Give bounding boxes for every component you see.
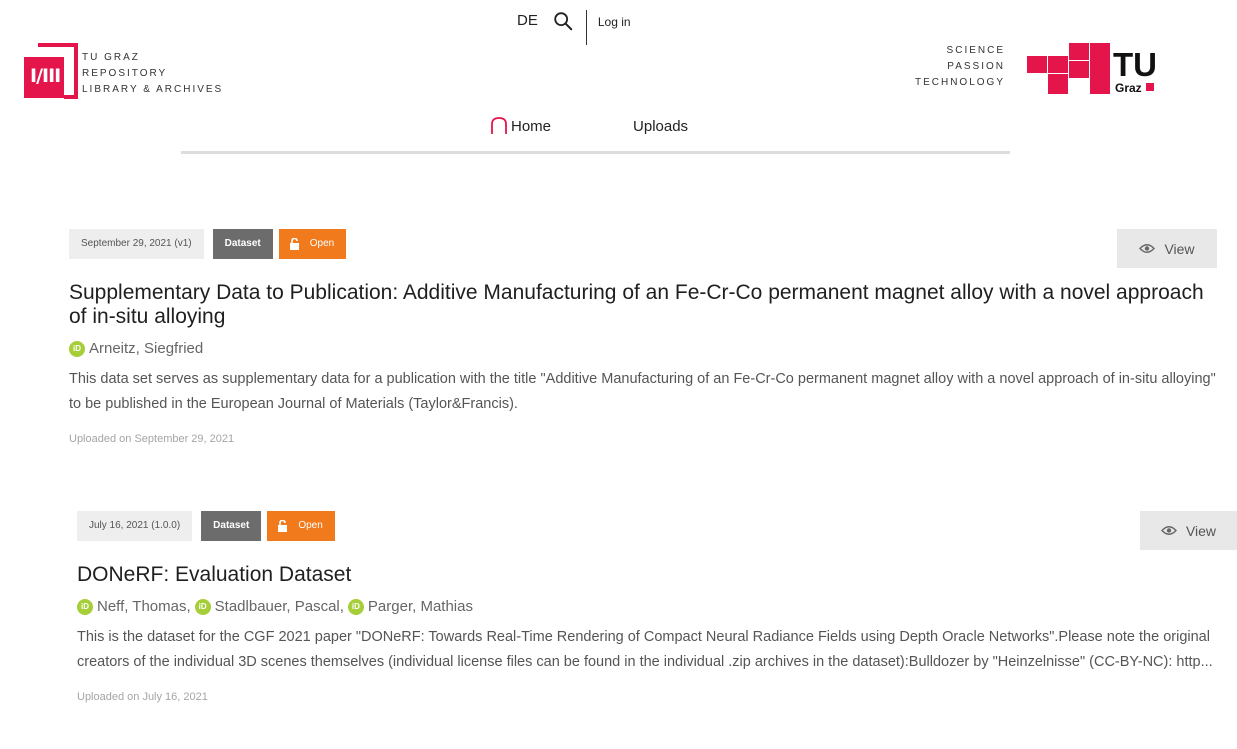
record-badges: July 16, 2021 (1.0.0) Dataset Open [77,511,1227,541]
tu-graz-logo[interactable]: TU Graz [1027,43,1173,97]
record-badges: September 29, 2021 (v1) Dataset Open [69,229,1219,259]
tu-graz-slogan: SCIENCE PASSION TECHNOLOGY [914,45,1005,88]
resource-type-badge[interactable]: Dataset [201,511,262,541]
unlock-icon [289,238,299,250]
login-link[interactable]: Log in [598,15,631,29]
view-button[interactable]: View [1140,511,1237,550]
access-badge[interactable]: Open [267,511,335,541]
record-item: September 29, 2021 (v1) Dataset Open Sup… [69,229,1219,445]
nav-uploads[interactable]: Uploads [633,118,688,135]
view-button[interactable]: View [1117,229,1217,268]
eye-icon [1160,526,1177,535]
upload-date: Uploaded on July 16, 2021 [77,691,208,703]
orcid-icon: iD [347,598,364,615]
access-badge[interactable]: Open [278,229,347,259]
svg-text:Graz: Graz [1115,81,1142,95]
top-utility-bar: DE Log in [517,10,631,46]
repository-logo[interactable]: I/III TU GRAZ REPOSITORY LIBRARY & ARCHI… [24,43,223,99]
resource-type-badge[interactable]: Dataset [212,229,273,259]
creator[interactable]: iD Arneitz, Siegfried [69,340,203,357]
unlock-icon [278,520,288,532]
record-title[interactable]: DONeRF: Evaluation Dataset [77,563,1227,587]
record-creators: iD Arneitz, Siegfried [69,340,1219,357]
date-version-badge: September 29, 2021 (v1) [69,229,204,259]
utility-divider [585,10,587,45]
repository-logo-text: TU GRAZ REPOSITORY LIBRARY & ARCHIVES [82,52,224,95]
orcid-icon: iD [194,598,211,615]
record-item: July 16, 2021 (1.0.0) Dataset Open DONeR… [77,511,1227,703]
svg-text:TU: TU [1113,46,1157,83]
eye-icon [1139,244,1156,253]
language-switch-link[interactable]: DE [517,12,538,29]
orcid-icon: iD [77,598,93,615]
repository-logo-mark: I/III [24,43,78,99]
nav-home[interactable]: Home [490,117,551,135]
record-description: This data set serves as supplementary da… [69,371,1216,412]
orcid-icon: iD [69,340,85,357]
creator[interactable]: iD Neff, Thomas, [77,598,191,615]
creator[interactable]: iD Parger, Mathias [347,598,473,615]
record-description: This is the dataset for the CGF 2021 pap… [77,629,1213,670]
nav-divider [181,151,1010,154]
record-title[interactable]: Supplementary Data to Publication: Addit… [69,281,1219,329]
home-icon [491,117,507,134]
date-version-badge: July 16, 2021 (1.0.0) [77,511,193,541]
creator[interactable]: iD Stadlbauer, Pascal, [194,598,344,615]
search-icon[interactable] [552,10,574,32]
upload-date: Uploaded on September 29, 2021 [69,433,235,445]
nav-home-label: Home [511,117,552,135]
record-creators: iD Neff, Thomas, iD Stadlbauer, Pascal, … [77,598,1227,615]
main-nav: Home Uploads [490,117,688,135]
